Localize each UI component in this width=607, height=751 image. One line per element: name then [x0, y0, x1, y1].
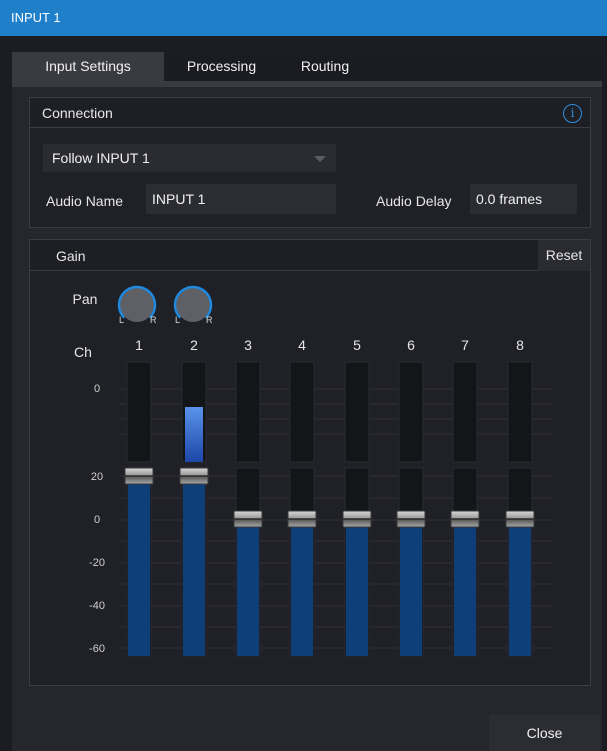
reset-button[interactable]: Reset [538, 240, 590, 271]
window-title: INPUT 1 [11, 10, 61, 25]
audio-delay-label: Audio Delay [376, 193, 452, 209]
chevron-down-icon [314, 156, 326, 162]
source-select-value: Follow INPUT 1 [52, 150, 150, 166]
audio-delay-field[interactable]: 0.0 frames [470, 184, 577, 214]
title-bar: INPUT 1 [0, 0, 607, 36]
tab-processing[interactable]: Processing [164, 52, 279, 81]
connection-section: Connection i Follow INPUT 1 Audio Name I… [29, 97, 591, 228]
connection-title: Connection [42, 105, 113, 121]
audio-name-field[interactable]: INPUT 1 [146, 184, 336, 214]
info-icon[interactable]: i [563, 104, 582, 123]
audio-name-label: Audio Name [46, 193, 124, 209]
gain-title: Gain [56, 248, 86, 264]
tab-bar: Input Settings Processing Routing [12, 52, 602, 81]
tab-input-settings[interactable]: Input Settings [12, 52, 164, 81]
connection-header: Connection i [30, 98, 590, 128]
gain-section: Gain Reset [29, 239, 591, 686]
source-select[interactable]: Follow INPUT 1 [43, 144, 336, 172]
gain-header: Gain Reset [30, 240, 590, 271]
close-button[interactable]: Close [489, 715, 600, 751]
tab-routing[interactable]: Routing [279, 52, 371, 81]
